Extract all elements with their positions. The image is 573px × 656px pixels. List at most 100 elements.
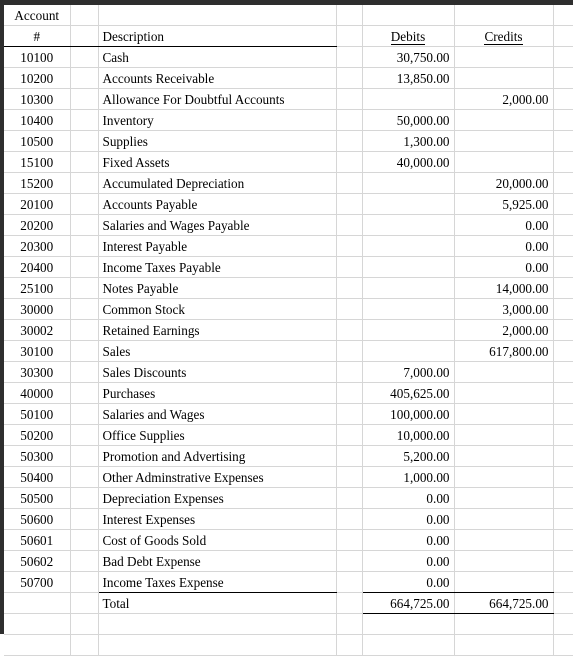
spacer-cell[interactable] — [336, 130, 363, 152]
description-cell[interactable]: Interest Expenses — [98, 508, 337, 530]
account-number-cell[interactable]: 10300 — [4, 88, 71, 110]
spacer-cell[interactable] — [98, 634, 337, 656]
credit-cell[interactable] — [454, 361, 554, 383]
spacer-cell[interactable] — [336, 508, 363, 530]
account-number-cell[interactable]: 10100 — [4, 46, 71, 68]
account-label-line1[interactable]: Account — [4, 5, 71, 26]
account-number-cell[interactable]: 50700 — [4, 571, 71, 593]
spacer-cell[interactable] — [553, 277, 573, 299]
account-number-cell[interactable]: 20200 — [4, 214, 71, 236]
account-number-cell[interactable]: 15100 — [4, 151, 71, 173]
spacer-cell[interactable] — [336, 172, 363, 194]
spacer-cell[interactable] — [336, 298, 363, 320]
spacer-cell[interactable] — [362, 613, 455, 635]
debit-cell[interactable]: 100,000.00 — [362, 403, 455, 425]
spacer-cell[interactable] — [336, 424, 363, 446]
account-number-cell[interactable]: 50100 — [4, 403, 71, 425]
spacer-cell[interactable] — [336, 193, 363, 215]
debit-cell[interactable]: 0.00 — [362, 508, 455, 530]
account-number-cell[interactable]: 50200 — [4, 424, 71, 446]
account-number-cell[interactable]: 10200 — [4, 67, 71, 89]
spacer-cell[interactable] — [70, 613, 99, 635]
account-number-cell[interactable]: 10400 — [4, 109, 71, 131]
description-cell[interactable]: Office Supplies — [98, 424, 337, 446]
debit-cell[interactable] — [362, 298, 455, 320]
spacer-cell[interactable] — [336, 361, 363, 383]
debit-cell[interactable] — [362, 193, 455, 215]
spacer-cell[interactable] — [336, 529, 363, 551]
debit-cell[interactable] — [362, 319, 455, 341]
credit-cell[interactable] — [454, 382, 554, 404]
spacer-cell[interactable] — [553, 550, 573, 572]
debit-cell[interactable] — [362, 256, 455, 278]
description-cell[interactable]: Income Taxes Payable — [98, 256, 337, 278]
credit-cell[interactable] — [454, 550, 554, 572]
spacer-cell[interactable] — [553, 46, 573, 68]
spacer-cell[interactable] — [70, 529, 99, 551]
spacer-cell[interactable] — [362, 5, 455, 26]
description-cell[interactable]: Sales — [98, 340, 337, 362]
spacer-cell[interactable] — [553, 361, 573, 383]
spacer-cell[interactable] — [70, 592, 99, 614]
spacer-cell[interactable] — [553, 5, 573, 26]
spacer-cell[interactable] — [553, 508, 573, 530]
spacer-cell[interactable] — [553, 403, 573, 425]
account-number-cell[interactable]: 50400 — [4, 466, 71, 488]
description-cell[interactable]: Supplies — [98, 130, 337, 152]
spacer-cell[interactable] — [336, 5, 363, 26]
spacer-cell[interactable] — [70, 193, 99, 215]
spacer-cell[interactable] — [336, 445, 363, 467]
spacer-cell[interactable] — [70, 382, 99, 404]
credit-cell[interactable] — [454, 508, 554, 530]
account-number-cell[interactable]: 30002 — [4, 319, 71, 341]
spacer-cell[interactable] — [336, 88, 363, 110]
credit-cell[interactable] — [454, 424, 554, 446]
spacer-cell[interactable] — [553, 445, 573, 467]
debit-cell[interactable] — [362, 214, 455, 236]
spacer-cell[interactable] — [553, 109, 573, 131]
spacer-cell[interactable] — [70, 256, 99, 278]
spacer-cell[interactable] — [70, 151, 99, 173]
debit-cell[interactable]: 405,625.00 — [362, 382, 455, 404]
credit-cell[interactable] — [454, 466, 554, 488]
description-cell[interactable]: Bad Debt Expense — [98, 550, 337, 572]
description-cell[interactable]: Accounts Payable — [98, 193, 337, 215]
debit-cell[interactable]: 40,000.00 — [362, 151, 455, 173]
debit-cell[interactable]: 10,000.00 — [362, 424, 455, 446]
debit-cell[interactable] — [362, 172, 455, 194]
spacer-cell[interactable] — [553, 151, 573, 173]
spacer-cell[interactable] — [336, 256, 363, 278]
credit-cell[interactable]: 3,000.00 — [454, 298, 554, 320]
spacer-cell[interactable] — [553, 382, 573, 404]
credit-cell[interactable]: 2,000.00 — [454, 319, 554, 341]
spacer-cell[interactable] — [553, 298, 573, 320]
total-account-cell[interactable] — [4, 592, 71, 614]
spacer-cell[interactable] — [553, 235, 573, 257]
account-number-cell[interactable]: 50600 — [4, 508, 71, 530]
credit-cell[interactable]: 2,000.00 — [454, 88, 554, 110]
account-number-cell[interactable]: 10500 — [4, 130, 71, 152]
description-cell[interactable]: Retained Earnings — [98, 319, 337, 341]
spacer-cell[interactable] — [70, 25, 99, 47]
credit-cell[interactable] — [454, 151, 554, 173]
description-cell[interactable]: Promotion and Advertising — [98, 445, 337, 467]
spacer-cell[interactable] — [70, 571, 99, 593]
description-cell[interactable]: Accumulated Depreciation — [98, 172, 337, 194]
description-cell[interactable]: Inventory — [98, 109, 337, 131]
spacer-cell[interactable] — [336, 214, 363, 236]
description-cell[interactable]: Allowance For Doubtful Accounts — [98, 88, 337, 110]
spacer-cell[interactable] — [336, 592, 363, 614]
spacer-cell[interactable] — [553, 88, 573, 110]
account-number-cell[interactable]: 50300 — [4, 445, 71, 467]
spacer-cell[interactable] — [553, 340, 573, 362]
description-cell[interactable]: Interest Payable — [98, 235, 337, 257]
account-number-cell[interactable]: 20400 — [4, 256, 71, 278]
credit-cell[interactable] — [454, 529, 554, 551]
spacer-cell[interactable] — [336, 67, 363, 89]
credit-cell[interactable] — [454, 445, 554, 467]
spacer-cell[interactable] — [336, 571, 363, 593]
spacer-cell[interactable] — [336, 151, 363, 173]
spacer-cell[interactable] — [553, 256, 573, 278]
debit-cell[interactable]: 0.00 — [362, 571, 455, 593]
debit-cell[interactable] — [362, 277, 455, 299]
